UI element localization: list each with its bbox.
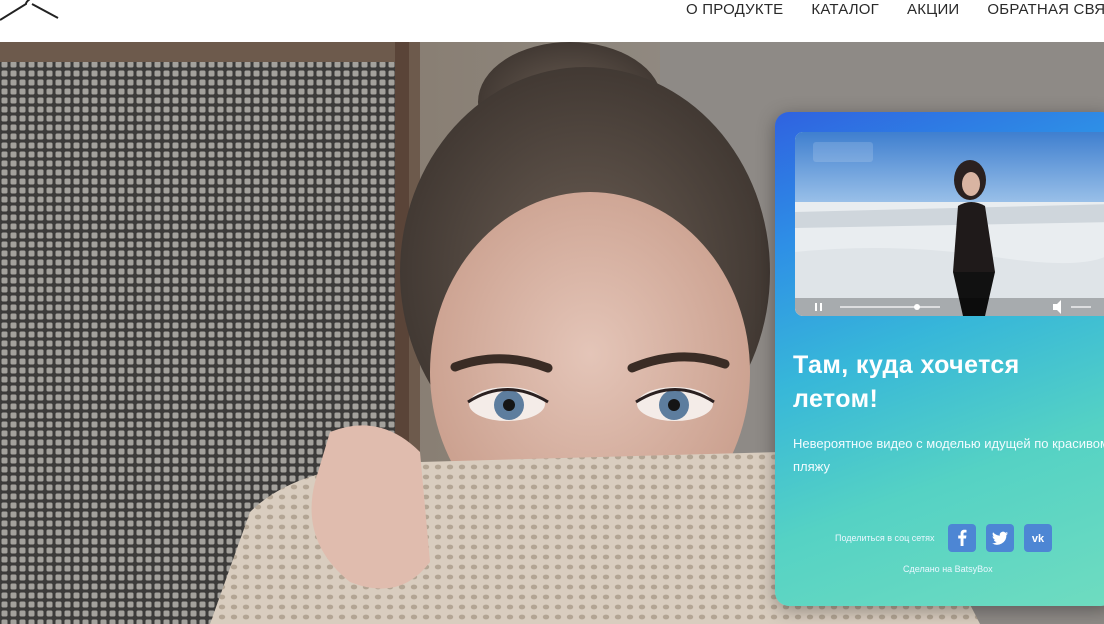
share-row: Поделиться в соц сетях vk	[835, 524, 1062, 552]
video-widget: Там, куда хочется летом! Невероятное вид…	[775, 112, 1104, 606]
nav-promotions[interactable]: АКЦИИ	[907, 0, 959, 22]
nav-catalog[interactable]: КАТАЛОГ	[811, 0, 879, 22]
made-with-label: Сделано на BatsyBox	[903, 564, 993, 574]
main-nav: О ПРОДУКТЕ КАТАЛОГ АКЦИИ ОБРАТНАЯ СВЯЗЬ	[686, 0, 1104, 22]
twitter-icon	[992, 531, 1009, 545]
vk-button[interactable]: vk	[1024, 524, 1053, 552]
facebook-button[interactable]	[948, 524, 977, 552]
video-player[interactable]	[795, 132, 1104, 316]
vk-icon: vk	[1032, 533, 1045, 545]
nav-about[interactable]: О ПРОДУКТЕ	[686, 0, 783, 22]
share-label: Поделиться в соц сетях	[835, 533, 935, 543]
facebook-icon	[958, 529, 967, 546]
nav-feedback[interactable]: ОБРАТНАЯ СВЯЗЬ	[987, 0, 1104, 22]
site-header: О ПРОДУКТЕ КАТАЛОГ АКЦИИ ОБРАТНАЯ СВЯЗЬ	[0, 0, 1104, 42]
hanger-icon[interactable]	[0, 0, 66, 28]
svg-text:vk: vk	[1032, 533, 1045, 545]
widget-title: Там, куда хочется летом!	[793, 351, 1020, 413]
twitter-button[interactable]	[986, 524, 1015, 552]
widget-description: Невероятное видео с моделью идущей по кр…	[793, 436, 1104, 474]
